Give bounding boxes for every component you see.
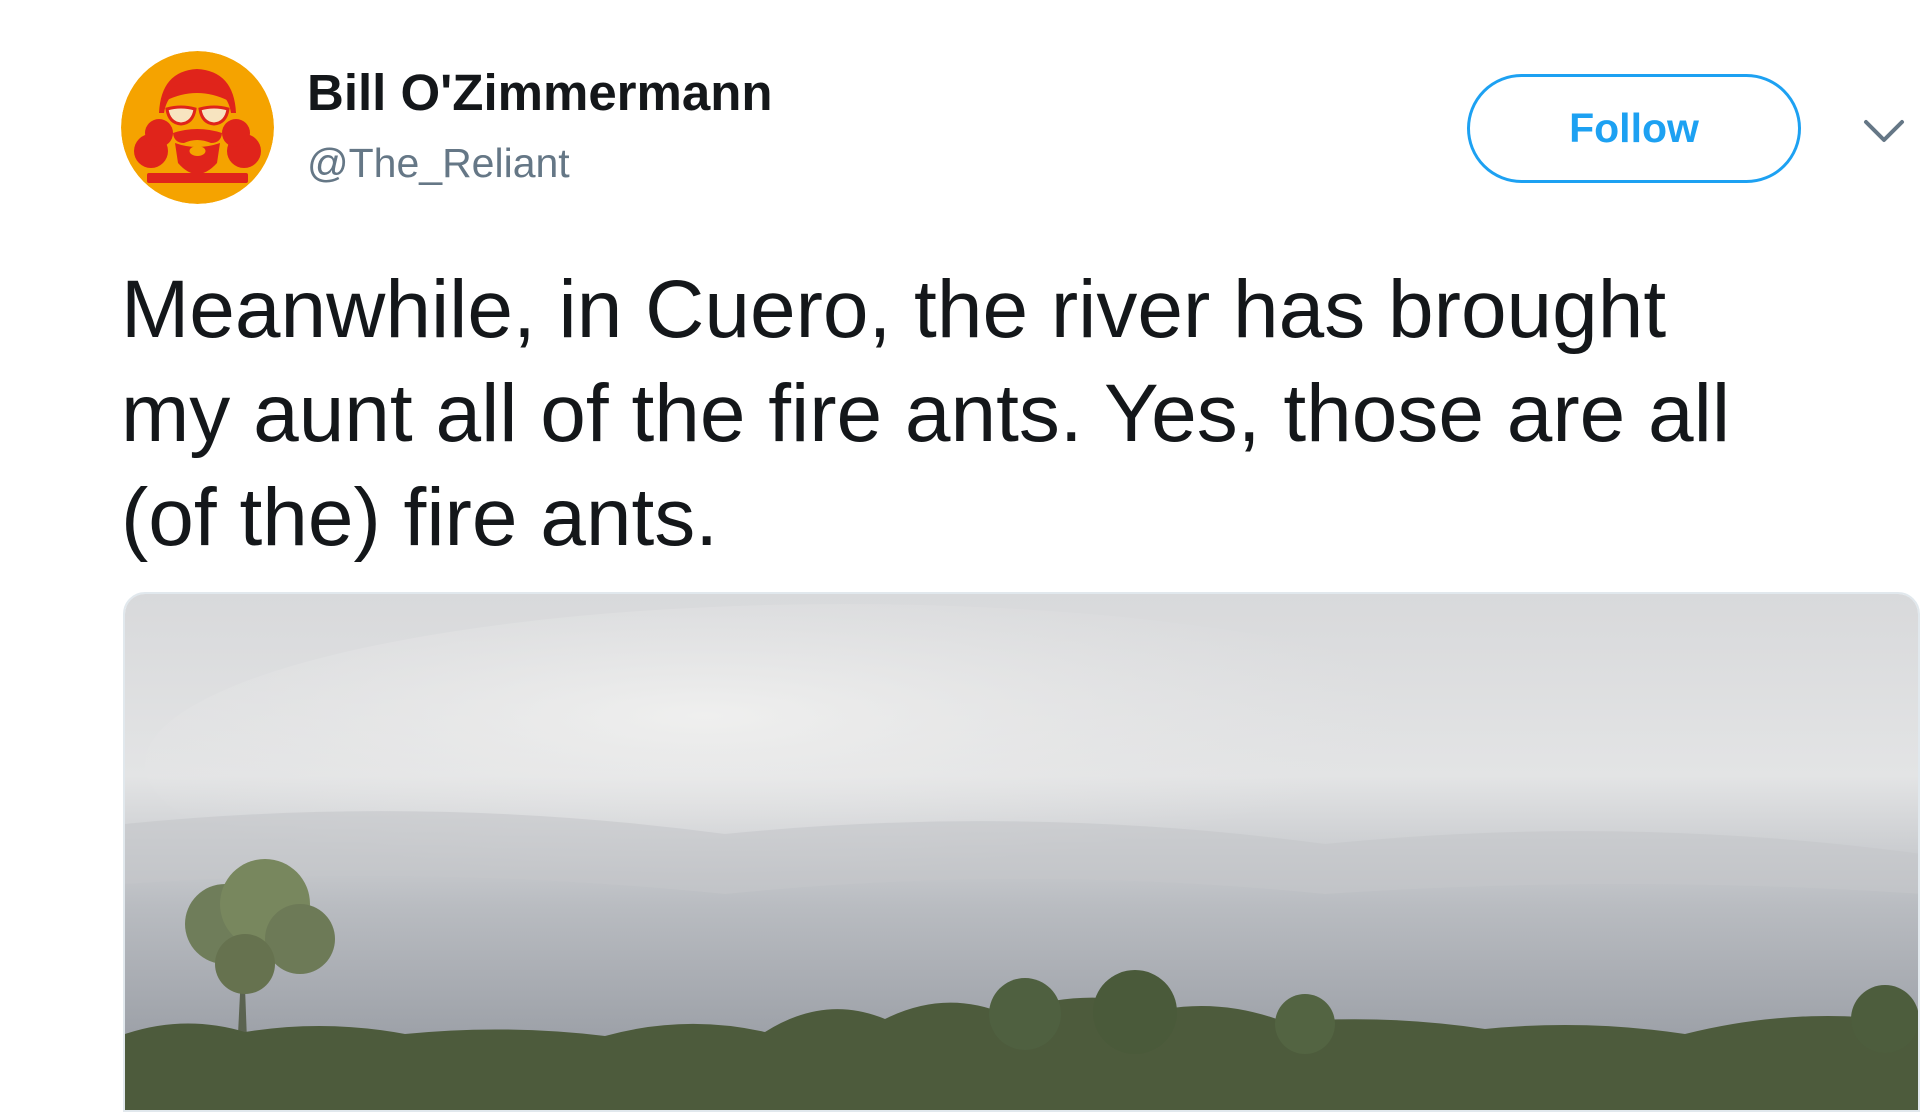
user-handle[interactable]: @The_Reliant bbox=[307, 138, 570, 188]
tweet-text-line: (of the) fire ants. bbox=[121, 472, 719, 563]
follow-button[interactable]: Follow bbox=[1467, 74, 1801, 183]
tweet-text-line: Meanwhile, in Cuero, the river has broug… bbox=[121, 264, 1667, 355]
tweet-header: Bill O'Zimmermann @The_Reliant Follow bbox=[0, 0, 1920, 240]
tweet-text: Meanwhile, in Cuero, the river has broug… bbox=[121, 258, 1901, 570]
user-display-name[interactable]: Bill O'Zimmermann bbox=[307, 63, 773, 123]
tweet-text-line: my aunt all of the fire ants. Yes, those… bbox=[121, 368, 1731, 459]
chevron-down-icon bbox=[1864, 120, 1904, 142]
tweet-menu-caret[interactable] bbox=[1862, 116, 1906, 146]
bearded-man-sunglasses-logo-icon bbox=[121, 51, 274, 204]
tweet-media-photo[interactable] bbox=[123, 592, 1920, 1112]
avatar[interactable] bbox=[121, 51, 274, 204]
landscape-photo-icon bbox=[125, 594, 1918, 1110]
tweet-card: Bill O'Zimmermann @The_Reliant Follow Me… bbox=[0, 0, 1920, 1112]
